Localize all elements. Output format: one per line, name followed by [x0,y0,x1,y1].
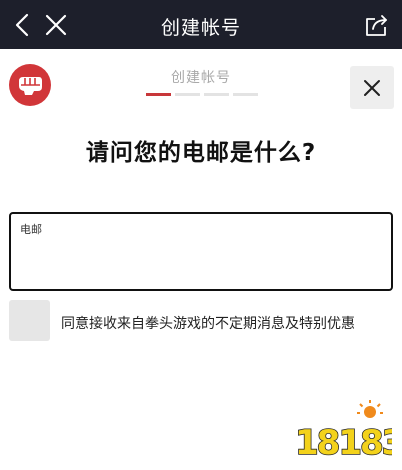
close-button[interactable] [350,66,394,109]
question-heading: 请问您的电邮是什么? [85,140,317,166]
step-indicator [233,93,258,96]
close-icon [364,79,380,96]
share-icon[interactable] [364,12,390,38]
email-input[interactable] [20,246,382,276]
consent-checkbox[interactable] [9,300,50,341]
svg-text:18183: 18183 [295,423,392,462]
page-title: 创建帐号 [160,17,241,39]
step-title: 创建帐号 [171,70,231,86]
step-indicator [204,93,229,96]
watermark-logo: 18183 [292,398,402,464]
top-navbar: 创建帐号 [0,0,402,49]
step-indicator [146,93,171,96]
email-field[interactable]: 电邮 [9,212,393,291]
step-indicator [175,93,200,96]
sun-icon [357,400,383,418]
consent-label: 同意接收来自拳头游戏的不定期消息及特别优惠 [61,316,355,332]
step-progress [146,93,258,96]
email-label: 电邮 [20,223,42,236]
